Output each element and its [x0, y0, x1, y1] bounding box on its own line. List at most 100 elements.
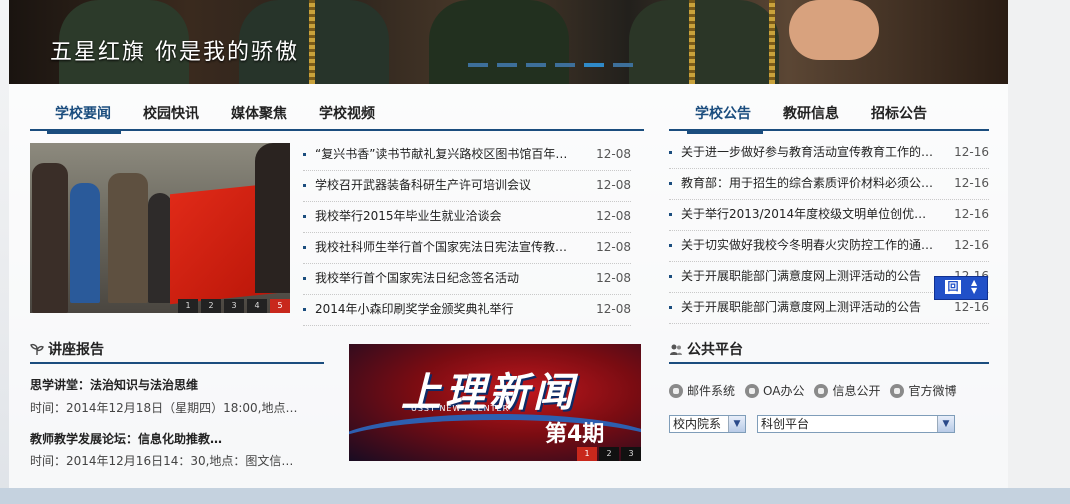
photo-page-button[interactable]: 3	[224, 299, 244, 313]
banner-aiguillette	[689, 0, 695, 84]
promo-page-button[interactable]: 2	[599, 447, 619, 461]
notice-item-date: 12-16	[954, 176, 989, 190]
public-link-label: OA办公	[763, 384, 805, 398]
bullet-icon	[303, 277, 306, 280]
footer-band	[0, 488, 1070, 504]
lecture-title[interactable]: 思学讲堂：法治知识与法治思维	[30, 376, 320, 393]
photo-person	[32, 163, 68, 313]
photo-page-button[interactable]: 5	[270, 299, 290, 313]
tab-tender-notices[interactable]: 招标公告	[871, 99, 927, 129]
banner-title: 五星红旗 你是我的骄傲	[50, 40, 299, 65]
banner-pager[interactable]	[468, 63, 633, 67]
public-link[interactable]: 信息公开	[814, 382, 880, 399]
photo-person	[70, 183, 100, 303]
public-link[interactable]: 官方微博	[890, 382, 957, 399]
banner-dot[interactable]	[555, 63, 575, 67]
tab-school-video[interactable]: 学校视频	[319, 99, 375, 129]
banner-aiguillette	[769, 0, 775, 84]
notice-item-date: 12-16	[954, 145, 989, 159]
banner-figure	[629, 0, 779, 84]
promo-page-button[interactable]: 3	[621, 447, 641, 461]
news-item-title[interactable]: 2014年小森印刷奖学金颁奖典礼举行	[315, 295, 579, 323]
news-photo-carousel[interactable]: 12345	[30, 143, 290, 313]
banner-aiguillette	[309, 0, 315, 84]
public-link-label: 官方微博	[908, 384, 957, 398]
notice-item[interactable]: 关于切实做好我校今冬明春火灾防控工作的通… 12-16	[669, 231, 989, 262]
news-item-title[interactable]: “复兴书香”读书节献礼复兴路校区图书馆百年…	[315, 140, 579, 168]
photo-page-button[interactable]: 2	[201, 299, 221, 313]
news-item[interactable]: 我校举行首个国家宪法日纪念签名活动 12-08	[303, 264, 631, 295]
public-link-label: 信息公开	[832, 384, 881, 398]
news-item[interactable]: 2014年小森印刷奖学金颁奖典礼举行 12-08	[303, 295, 631, 326]
photo-page-button[interactable]: 1	[178, 299, 198, 313]
photo-page-button[interactable]: 4	[247, 299, 267, 313]
news-item-title[interactable]: 学校召开武器装备科研生产许可培训会议	[315, 171, 579, 199]
bullet-icon	[669, 275, 672, 278]
bullet-icon	[669, 151, 672, 154]
banner-dot[interactable]	[584, 63, 604, 67]
lecture-title[interactable]: 教师教学发展论坛：信息化助推教…	[30, 430, 320, 447]
notice-item-title[interactable]: 关于进一步做好参与教育活动宣传教育工作的…	[681, 138, 937, 166]
promo-page-button[interactable]: 1	[577, 447, 597, 461]
tab-school-notices[interactable]: 学校公告	[695, 99, 751, 129]
promo-pager[interactable]: 123	[575, 447, 641, 461]
info-icon	[814, 383, 829, 398]
news-item[interactable]: 我校举行2015年毕业生就业洽谈会 12-08	[303, 202, 631, 233]
banner-dot[interactable]	[497, 63, 517, 67]
news-item-date: 12-08	[596, 302, 631, 316]
notice-item-title[interactable]: 关于举行2013/2014年度校级文明单位创优考…	[681, 200, 937, 228]
platform-select[interactable]: 科创平台 ▼	[757, 415, 955, 433]
lectures-header: 讲座报告	[30, 338, 324, 364]
photo-person	[108, 173, 148, 303]
college-select-value: 校内院系	[673, 417, 722, 431]
banner-dot[interactable]	[613, 63, 633, 67]
active-tab-marker	[47, 131, 121, 134]
notice-item[interactable]: 关于举行2013/2014年度校级文明单位创优考… 12-16	[669, 200, 989, 231]
notice-tabs: 学校公告 教研信息 招标公告	[669, 99, 989, 134]
tab-campus-express[interactable]: 校园快讯	[143, 99, 199, 129]
notice-item[interactable]: 教育部：用于招生的综合素质评价材料必须公… 12-16	[669, 169, 989, 200]
public-link[interactable]: 邮件系统	[669, 382, 735, 399]
banner-slideshow[interactable]: 五星红旗 你是我的骄傲	[9, 0, 1008, 84]
usst-news-promo[interactable]: 上理新闻 USST NEWS CENTER 第4期 123	[349, 344, 641, 461]
tab-media-focus[interactable]: 媒体聚焦	[231, 99, 287, 129]
public-link[interactable]: OA办公	[745, 382, 804, 399]
news-item-title[interactable]: 我校举行首个国家宪法日纪念签名活动	[315, 264, 579, 292]
public-platform-title: 公共平台	[687, 342, 743, 358]
active-tab-marker	[687, 131, 763, 134]
news-item-date: 12-08	[596, 271, 631, 285]
photo-pager[interactable]: 12345	[175, 299, 290, 313]
users-icon	[670, 344, 682, 355]
news-item-date: 12-08	[596, 240, 631, 254]
platform-select-value: 科创平台	[761, 417, 810, 431]
news-item[interactable]: 我校社科师生举行首个国家宪法日宪法宣传教… 12-08	[303, 233, 631, 264]
public-link-label: 邮件系统	[687, 384, 736, 398]
news-item-title[interactable]: 我校社科师生举行首个国家宪法日宪法宣传教…	[315, 233, 579, 261]
news-item-title[interactable]: 我校举行2015年毕业生就业洽谈会	[315, 202, 579, 230]
tab-school-news[interactable]: 学校要闻	[55, 99, 111, 129]
page: 五星红旗 你是我的骄傲 学校要闻 校园快讯 媒体聚焦 学校视频 12345 “复…	[0, 0, 1070, 504]
notice-item-title[interactable]: 关于开展职能部门满意度网上测评活动的公告	[681, 262, 937, 290]
notice-item[interactable]: 关于进一步做好参与教育活动宣传教育工作的… 12-16	[669, 138, 989, 169]
notice-item-title[interactable]: 关于切实做好我校今冬明春火灾防控工作的通…	[681, 231, 937, 259]
bullet-icon	[303, 215, 306, 218]
college-select[interactable]: 校内院系 ▼	[669, 415, 746, 433]
photo-person	[255, 143, 290, 293]
banner-figure	[429, 0, 569, 84]
notice-item-title[interactable]: 关于开展职能部门满意度网上测评活动的公告	[681, 293, 937, 321]
news-item[interactable]: 学校召开武器装备科研生产许可培训会议 12-08	[303, 171, 631, 202]
banner-dot[interactable]	[526, 63, 546, 67]
lectures-title: 讲座报告	[48, 342, 104, 358]
bullet-icon	[303, 308, 306, 311]
bullet-icon	[669, 244, 672, 247]
banner-dot[interactable]	[468, 63, 488, 67]
tab-research-info[interactable]: 教研信息	[783, 99, 839, 129]
notice-item-title[interactable]: 教育部：用于招生的综合素质评价材料必须公…	[681, 169, 937, 197]
photo-person	[148, 193, 172, 303]
sprout-icon	[30, 343, 44, 355]
chevron-down-icon: ▼	[937, 416, 954, 432]
bullet-icon	[669, 306, 672, 309]
news-item[interactable]: “复兴书香”读书节献礼复兴路校区图书馆百年… 12-08	[303, 140, 631, 171]
news-item-date: 12-08	[596, 147, 631, 161]
floating-back-widget[interactable]: 回 ▲ ▼	[934, 276, 988, 300]
